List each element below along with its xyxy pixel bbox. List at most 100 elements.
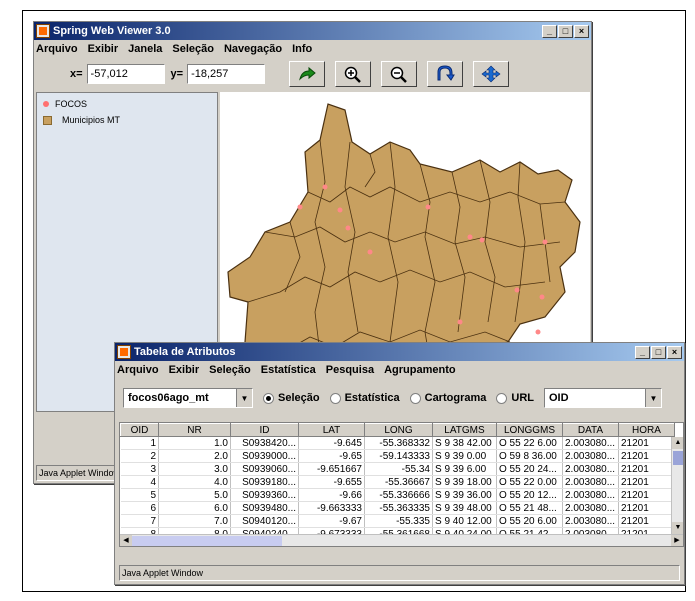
viewer-status-bar: Java Applet Window (36, 465, 118, 481)
table-row[interactable]: 7 7.0 S0940120... -9.67 -55.335 S 9 40 12.00 O… (120, 514, 675, 528)
table-row[interactable]: 4 4.0 S0939180... -9.655 -55.36667 S 9 39 18.… (120, 475, 675, 489)
scroll-down-icon[interactable]: ▼ (672, 522, 683, 534)
zoom-out-button[interactable] (381, 61, 418, 87)
scroll-thumb[interactable] (673, 451, 683, 465)
y-coordinate-input[interactable] (187, 64, 266, 84)
table-cell: -9.645 (298, 436, 365, 450)
table-cell: 5 (120, 488, 159, 502)
viewer-titlebar[interactable]: Spring Web Viewer 3.0 _ □ × (34, 22, 591, 40)
menu-janela[interactable]: Janela (128, 43, 162, 55)
table-cell: S0939180... (230, 475, 299, 489)
menu-agrupamento[interactable]: Agrupamento (384, 364, 456, 376)
legend-item-municipios[interactable]: Municipios MT (43, 115, 217, 125)
scroll-left-icon[interactable]: ◀ (120, 535, 132, 546)
zoom-in-button[interactable] (335, 61, 372, 87)
attribute-table-window: Tabela de Atributos _ □ × Arquivo Exibir… (114, 342, 685, 585)
maximize-button[interactable]: □ (558, 24, 573, 38)
table-cell: 1.0 (158, 436, 231, 450)
menu-exibir[interactable]: Exibir (88, 43, 119, 55)
menu-selecao[interactable]: Seleção (209, 364, 251, 376)
table-cell: 2.0 (158, 449, 231, 463)
legend-item-focos[interactable]: FOCOS (43, 99, 217, 109)
scroll-thumb[interactable] (132, 536, 282, 546)
table-cell: -9.66 (298, 488, 365, 502)
attr-titlebar[interactable]: Tabela de Atributos _ □ × (115, 343, 684, 361)
table-cell: 21201 (618, 475, 675, 489)
pan-button[interactable] (427, 61, 464, 87)
navigate-button[interactable] (473, 61, 510, 87)
table-row[interactable]: 6 6.0 S0939480... -9.663333 -55.363335 S 9 39… (120, 501, 675, 515)
table-cell: 2.003080... (562, 436, 619, 450)
attribute-table: OID NR ID LAT LONG LATGMS LONGGMS DATA HORA 1 1.0… (120, 423, 675, 541)
table-row[interactable]: 2 2.0 S0939000... -9.65 -59.143333 S 9 39 0.0… (120, 449, 675, 463)
horizontal-scrollbar[interactable]: ◀ ▶ (120, 534, 683, 546)
column-header-latgms[interactable]: LATGMS (432, 423, 497, 437)
table-cell: -9.67 (298, 514, 365, 528)
table-cell: 2.003080... (562, 449, 619, 463)
table-cell: S 9 39 6.00 (432, 462, 497, 476)
table-cell: O 55 22 6.00 (496, 436, 563, 450)
table-cell: -9.65 (298, 449, 365, 463)
attribute-grid[interactable]: OID NR ID LAT LONG LATGMS LONGGMS DATA HORA 1 1.0… (119, 422, 684, 547)
column-header-nr[interactable]: NR (158, 423, 231, 437)
maximize-button[interactable]: □ (651, 345, 666, 359)
column-header-lat[interactable]: LAT (298, 423, 365, 437)
field-select[interactable]: OID ▼ (543, 388, 662, 408)
polygon-symbol-icon (43, 115, 52, 125)
mode-url-radio[interactable]: URL (496, 392, 534, 404)
table-cell: 7 (120, 514, 159, 528)
column-header-long[interactable]: LONG (364, 423, 433, 437)
menu-navegacao[interactable]: Navegação (224, 43, 282, 55)
menu-exibir[interactable]: Exibir (169, 364, 200, 376)
chevron-down-icon[interactable]: ▼ (644, 389, 661, 407)
go-button[interactable] (289, 61, 326, 87)
minimize-button[interactable]: _ (542, 24, 557, 38)
table-row[interactable]: 3 3.0 S0939060... -9.651667 -55.34 S 9 39 6.0… (120, 462, 675, 476)
layer-select[interactable]: focos06ago_mt ▼ (123, 388, 253, 408)
menu-arquivo[interactable]: Arquivo (36, 43, 78, 55)
scroll-right-icon[interactable]: ▶ (671, 535, 683, 546)
minimize-button[interactable]: _ (635, 345, 650, 359)
chevron-down-icon[interactable]: ▼ (236, 389, 252, 407)
table-cell: 2.003080... (562, 501, 619, 515)
table-body: 1 1.0 S0938420... -9.645 -55.368332 S 9 38 42… (120, 436, 675, 541)
table-cell: -55.336666 (364, 488, 433, 502)
table-cell: S0939360... (230, 488, 299, 502)
vertical-scrollbar[interactable]: ▲ ▼ (671, 437, 683, 534)
x-coordinate-input[interactable] (86, 64, 165, 84)
layer-select-value: focos06ago_mt (128, 392, 209, 404)
table-cell: O 55 20 24... (496, 462, 563, 476)
app-icon (117, 345, 131, 359)
column-header-id[interactable]: ID (230, 423, 299, 437)
close-button[interactable]: × (574, 24, 589, 38)
table-row[interactable]: 5 5.0 S0939360... -9.66 -55.336666 S 9 39 36.… (120, 488, 675, 502)
menu-pesquisa[interactable]: Pesquisa (326, 364, 374, 376)
table-cell: -55.363335 (364, 501, 433, 515)
table-cell: S 9 39 0.00 (432, 449, 497, 463)
table-cell: 3 (120, 462, 159, 476)
viewer-menubar: Arquivo Exibir Janela Seleção Navegação … (34, 40, 591, 58)
table-cell: O 59 8 36.00 (496, 449, 563, 463)
menu-selecao[interactable]: Seleção (172, 43, 214, 55)
mode-cartograma-radio[interactable]: Cartograma (409, 392, 486, 404)
column-header-hora[interactable]: HORA (618, 423, 675, 437)
scroll-up-icon[interactable]: ▲ (672, 437, 683, 449)
column-header-data[interactable]: DATA (562, 423, 619, 437)
table-cell: 5.0 (158, 488, 231, 502)
table-cell: S 9 39 48.00 (432, 501, 497, 515)
mode-estatistica-radio[interactable]: Estatística (329, 392, 400, 404)
table-cell: S0939060... (230, 462, 299, 476)
radio-off-icon (409, 392, 421, 404)
menu-estatistica[interactable]: Estatística (261, 364, 316, 376)
attr-menubar: Arquivo Exibir Seleção Estatística Pesqu… (115, 361, 684, 379)
column-header-oid[interactable]: OID (120, 423, 159, 437)
close-button[interactable]: × (667, 345, 682, 359)
attr-status-bar: Java Applet Window (119, 565, 680, 581)
mode-selecao-radio[interactable]: Seleção (263, 392, 320, 404)
table-cell: -55.368332 (364, 436, 433, 450)
menu-arquivo[interactable]: Arquivo (117, 364, 159, 376)
column-header-longgms[interactable]: LONGGMS (496, 423, 563, 437)
menu-info[interactable]: Info (292, 43, 312, 55)
table-cell: 1 (120, 436, 159, 450)
table-row[interactable]: 1 1.0 S0938420... -9.645 -55.368332 S 9 38 42… (120, 436, 675, 450)
